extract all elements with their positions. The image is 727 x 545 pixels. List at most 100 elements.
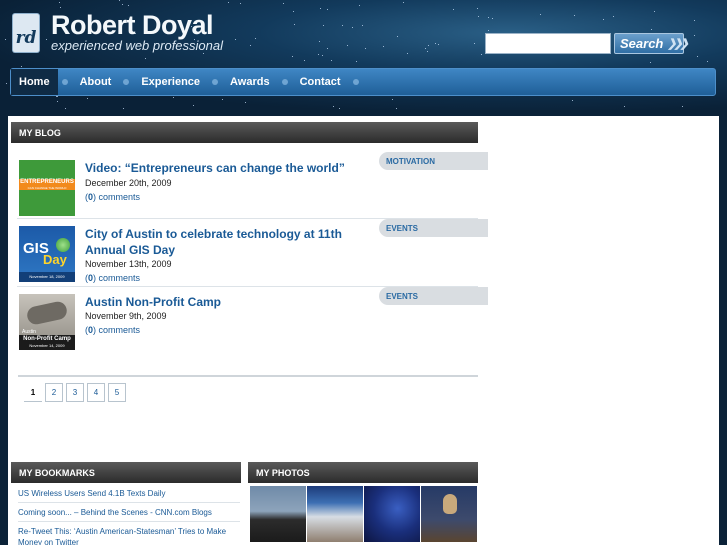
- nav-item-experience[interactable]: Experience: [133, 68, 208, 96]
- bookmarks-section-header: MY BOOKMARKS: [11, 462, 241, 483]
- photo-thumbnail[interactable]: [421, 486, 477, 542]
- photo-thumbnail[interactable]: [307, 486, 363, 542]
- star-dot: [650, 62, 651, 63]
- star-dot: [603, 19, 604, 20]
- star-dot: [397, 36, 398, 37]
- star-dot: [352, 27, 353, 28]
- photos-section-header: MY PHOTOS: [248, 462, 478, 483]
- star-dot: [392, 99, 393, 100]
- post-comments-link[interactable]: (0) comments: [85, 273, 140, 283]
- star-dot: [477, 8, 478, 9]
- star-dot: [488, 30, 489, 31]
- photo-thumbnail[interactable]: [250, 486, 306, 542]
- thumb-date: November 18, 2009: [19, 272, 75, 282]
- post-title[interactable]: Austin Non-Profit Camp: [85, 294, 370, 310]
- blog-post: ENTREPRENEURS CAN CHANGE THE WORLD Video…: [17, 152, 488, 219]
- star-dot: [293, 11, 294, 12]
- star-dot: [453, 9, 454, 10]
- star-dot: [292, 56, 293, 57]
- star-dot: [365, 48, 366, 49]
- nav-label: Home: [19, 76, 50, 88]
- star-dot: [697, 56, 698, 57]
- star-dot: [228, 2, 229, 3]
- star-dot: [438, 44, 439, 45]
- bookmark-link[interactable]: Coming soon... – Behind the Scenes - CNN…: [18, 507, 240, 518]
- nav-item-about[interactable]: About: [72, 68, 120, 96]
- star-dot: [362, 25, 363, 26]
- thumb-subcaption: CAN CHANGE THE WORLD: [27, 186, 67, 190]
- handshake-icon: [25, 300, 69, 326]
- star-dot: [245, 102, 246, 103]
- category-tag-events[interactable]: EVENTS: [379, 287, 488, 305]
- chevrons-right-icon: ❯❯❯: [667, 38, 689, 50]
- category-tag-events[interactable]: EVENTS: [379, 219, 488, 237]
- blog-post: GIS Day November 18, 2009 City of Austin…: [17, 219, 488, 287]
- nav-item-home[interactable]: Home: [11, 69, 58, 95]
- star-dot: [60, 7, 61, 8]
- site-logo[interactable]: rd Robert Doyal experienced web professi…: [13, 11, 223, 55]
- divider: [18, 375, 478, 377]
- main-nav: Home About Experience Awards Contact: [10, 68, 716, 96]
- star-dot: [222, 99, 223, 100]
- star-dot: [407, 53, 408, 54]
- star-dot: [347, 45, 348, 46]
- nav-separator-dot: [352, 79, 359, 85]
- page-button[interactable]: 2: [45, 383, 63, 402]
- star-dot: [322, 55, 323, 56]
- photo-thumbnail[interactable]: [364, 486, 420, 542]
- post-thumbnail[interactable]: ENTREPRENEURS CAN CHANGE THE WORLD: [19, 160, 75, 216]
- star-dot: [488, 17, 489, 18]
- nav-label: Awards: [230, 76, 270, 88]
- nav-separator-dot: [123, 79, 130, 85]
- blog-post: Austin Non-Profit Camp November 14, 2009…: [17, 287, 488, 353]
- page-button[interactable]: 3: [66, 383, 84, 402]
- star-dot: [128, 5, 129, 6]
- nav-label: About: [79, 76, 112, 88]
- star-dot: [425, 48, 426, 49]
- star-dot: [57, 101, 58, 102]
- star-dot: [87, 98, 88, 99]
- post-thumbnail[interactable]: Austin Non-Profit Camp November 14, 2009: [19, 294, 75, 350]
- page-button[interactable]: 5: [108, 383, 126, 402]
- star-dot: [304, 60, 305, 61]
- blog-section-header: MY BLOG: [11, 122, 478, 143]
- post-title[interactable]: Video: “Entrepreneurs can change the wor…: [85, 160, 370, 176]
- star-dot: [342, 25, 343, 26]
- star-dot: [323, 25, 324, 26]
- post-date: November 13th, 2009: [85, 259, 172, 269]
- main-content: MY BLOG ENTREPRENEURS CAN CHANGE THE WOR…: [8, 116, 719, 545]
- search-input[interactable]: [485, 33, 611, 54]
- star-dot: [123, 108, 124, 109]
- globe-icon: [56, 238, 70, 252]
- comment-count: 0: [88, 325, 94, 335]
- star-dot: [574, 15, 575, 16]
- post-thumbnail[interactable]: GIS Day November 18, 2009: [19, 226, 75, 282]
- bookmark-link[interactable]: US Wireless Users Send 4.1B Texts Daily: [18, 488, 240, 499]
- section-title: MY BLOG: [19, 127, 61, 138]
- thumb-date: November 14, 2009: [29, 343, 65, 348]
- comments-label: comments: [98, 192, 141, 202]
- star-dot: [319, 41, 320, 42]
- nav-item-contact[interactable]: Contact: [292, 68, 349, 96]
- star-dot: [654, 11, 655, 12]
- page-button-current[interactable]: 1: [24, 383, 42, 402]
- post-title[interactable]: City of Austin to celebrate technology a…: [85, 226, 370, 258]
- star-dot: [682, 106, 683, 107]
- divider: [18, 521, 240, 522]
- category-tag-motivation[interactable]: MOTIVATION: [379, 152, 488, 170]
- logo-mark: rd: [13, 14, 39, 52]
- post-comments-link[interactable]: (0) comments: [85, 325, 140, 335]
- star-dot: [540, 14, 541, 15]
- section-title: MY PHOTOS: [256, 467, 310, 478]
- site-tagline: experienced web professional: [51, 38, 223, 53]
- star-dot: [193, 105, 194, 106]
- star-dot: [356, 61, 357, 62]
- page-button[interactable]: 4: [87, 383, 105, 402]
- star-dot: [327, 9, 328, 10]
- nav-item-awards[interactable]: Awards: [222, 68, 278, 96]
- bookmark-link[interactable]: Re-Tweet This: ‘Austin American-Statesma…: [18, 526, 240, 545]
- search-button[interactable]: Search ❯❯❯: [614, 33, 689, 54]
- post-comments-link[interactable]: (0) comments: [85, 192, 140, 202]
- star-dot: [56, 96, 57, 97]
- star-dot: [65, 108, 66, 109]
